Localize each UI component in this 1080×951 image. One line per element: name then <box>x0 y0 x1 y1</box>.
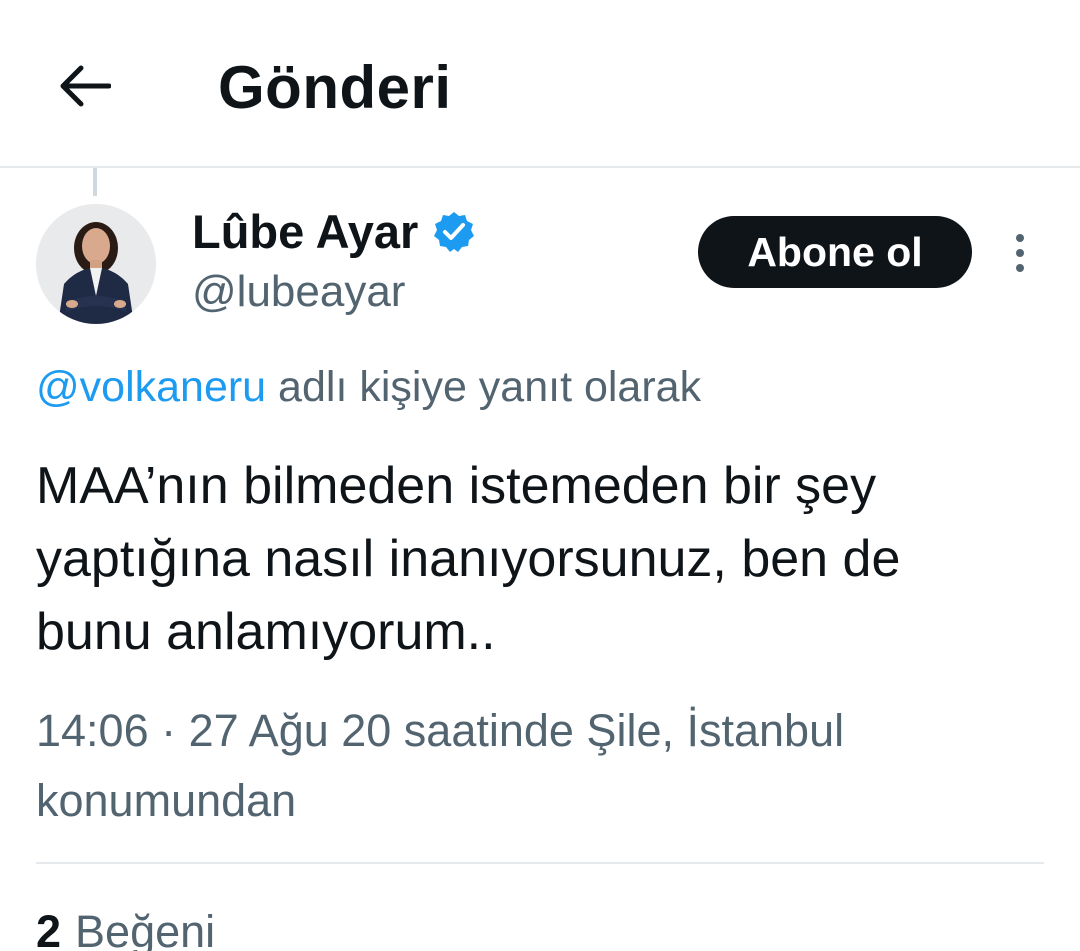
more-vertical-icon-dot <box>1016 249 1024 257</box>
follow-button[interactable]: Abone ol <box>698 216 972 288</box>
likes-stat[interactable]: 2 Beğeni <box>36 902 215 951</box>
more-vertical-icon-dot <box>1016 234 1024 242</box>
author-display-name[interactable]: Lûbe Ayar <box>192 204 476 260</box>
likes-label: Beğeni <box>75 906 216 951</box>
verified-badge-icon <box>434 212 475 252</box>
divider <box>36 862 1044 864</box>
likes-count: 2 <box>36 906 62 951</box>
avatar[interactable] <box>36 204 156 324</box>
avatar-image <box>36 204 156 324</box>
arrow-left-icon <box>60 65 111 107</box>
more-options-button[interactable] <box>1000 228 1040 278</box>
reply-mention-link[interactable]: @volkaneru <box>36 363 266 411</box>
back-button[interactable] <box>52 54 116 118</box>
more-vertical-icon-dot <box>1016 264 1024 272</box>
tweet-detail-page: Gönderi Lûbe Ayar @lubeayar Abone ol @vo… <box>0 0 1080 951</box>
top-bar: Gönderi <box>0 0 1080 168</box>
author-handle[interactable]: @lubeayar <box>192 266 405 318</box>
page-title: Gönderi <box>218 54 452 121</box>
reply-context: @volkaneru adlı kişiye yanıt olarak <box>36 360 701 414</box>
author-name-text: Lûbe Ayar <box>192 205 419 258</box>
thread-connector-line <box>93 168 97 196</box>
tweet-timestamp-location[interactable]: 14:06 · 27 Ağu 20 saatinde Şile, İstanbu… <box>36 696 1046 836</box>
tweet-text: MAA’nın bilmeden istemeden bir şey yaptı… <box>36 457 901 661</box>
reply-context-text: adlı kişiye yanıt olarak <box>266 363 702 411</box>
